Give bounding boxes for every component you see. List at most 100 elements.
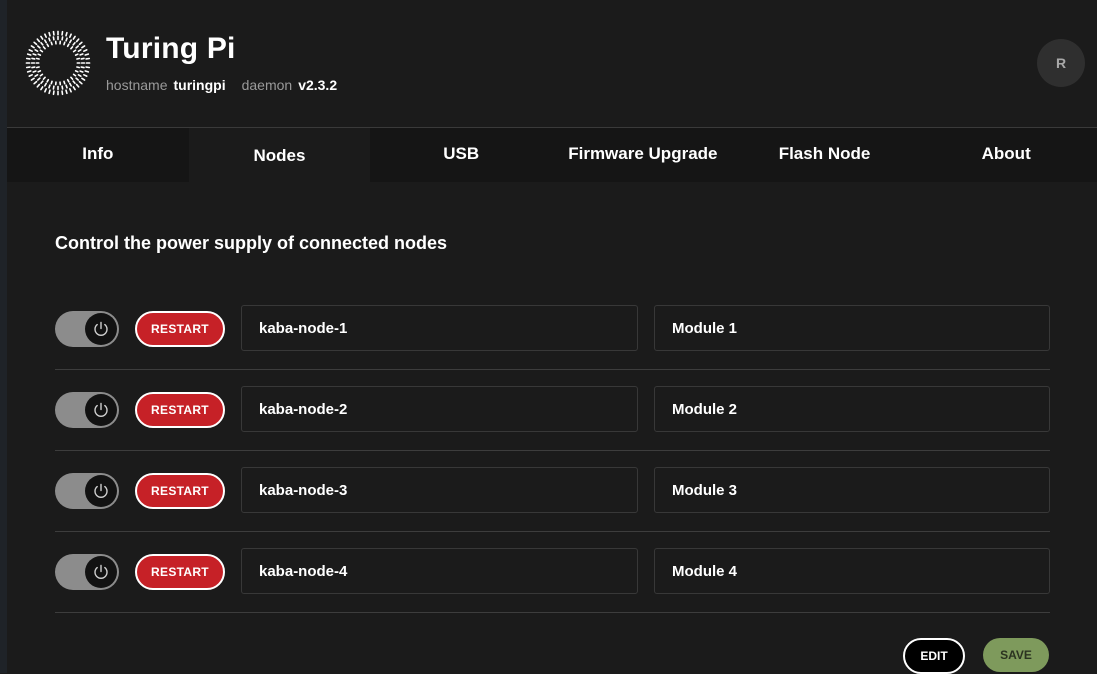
logo-dot [49, 85, 50, 88]
hostname-label: hostname [106, 77, 167, 93]
power-icon [92, 401, 110, 419]
tab-flash-node[interactable]: Flash Node [734, 128, 916, 182]
logo-dot [34, 42, 36, 44]
node-row: RESTART kaba-node-3 Module 3 [55, 450, 1050, 532]
logo-dot [78, 75, 80, 76]
logo-dot [37, 67, 39, 68]
logo-dot [66, 90, 67, 93]
logo-dot [45, 34, 46, 37]
restart-button[interactable]: RESTART [135, 473, 225, 509]
logo-dot [68, 44, 69, 46]
power-toggle[interactable] [55, 554, 119, 590]
power-icon [92, 320, 110, 338]
power-icon [92, 563, 110, 581]
logo-dot [70, 34, 71, 37]
logo-dot [66, 85, 67, 88]
logo-dot [45, 83, 46, 85]
logo-dot [77, 58, 79, 59]
logo-dot [38, 71, 40, 72]
power-toggle[interactable] [55, 473, 119, 509]
logo-dot [40, 74, 42, 75]
user-avatar[interactable]: R [1037, 39, 1085, 87]
logo-dot [70, 89, 71, 92]
edit-button[interactable]: EDIT [903, 638, 965, 674]
turing-pi-logo-icon [25, 30, 91, 96]
logo-dot [37, 84, 39, 86]
app-title: Turing Pi [106, 30, 236, 68]
logo-dot [29, 75, 32, 76]
power-toggle[interactable] [55, 392, 119, 428]
toggle-knob [85, 394, 117, 426]
tab-usb[interactable]: USB [370, 128, 552, 182]
logo-dot [34, 82, 36, 84]
hostname-value: turingpi [173, 77, 225, 93]
logo-dot [38, 46, 40, 48]
device-meta: hostnameturingpidaemonv2.3.2 [106, 76, 337, 94]
logo-dot [38, 78, 40, 80]
logo-dot [64, 81, 65, 83]
logo-dot [31, 78, 34, 80]
logo-dot [73, 43, 75, 45]
logo-dot [76, 54, 78, 55]
logo-dot [84, 75, 87, 76]
toggle-knob [85, 313, 117, 345]
logo-dot [73, 81, 75, 83]
toggle-knob [85, 556, 117, 588]
daemon-label: daemon [242, 77, 293, 93]
logo-dot [41, 43, 43, 45]
logo-dot [80, 71, 83, 72]
module-field[interactable]: Module 2 [654, 386, 1050, 432]
logo-dot [76, 71, 78, 72]
node-name-field[interactable]: kaba-node-3 [241, 467, 638, 513]
node-name-field[interactable]: kaba-node-4 [241, 548, 638, 594]
logo-dot [47, 80, 48, 82]
node-name-field[interactable]: kaba-node-1 [241, 305, 638, 351]
logo-dot [33, 54, 36, 55]
node-row: RESTART kaba-node-1 Module 1 [55, 288, 1050, 370]
tab-nodes[interactable]: Nodes [189, 128, 371, 182]
logo-dot [79, 42, 81, 44]
module-field[interactable]: Module 3 [654, 467, 1050, 513]
node-row: RESTART kaba-node-2 Module 2 [55, 369, 1050, 451]
logo-dot [73, 36, 75, 39]
module-field[interactable]: Module 1 [654, 305, 1050, 351]
logo-dot [29, 50, 32, 51]
logo-dot [45, 40, 46, 42]
power-toggle[interactable] [55, 311, 119, 347]
logo-dot [51, 81, 52, 83]
panel-heading: Control the power supply of connected no… [55, 233, 447, 254]
logo-dot [51, 42, 52, 44]
module-field[interactable]: Module 4 [654, 548, 1050, 594]
toggle-knob [85, 475, 117, 507]
logo-dot [43, 77, 45, 79]
restart-button[interactable]: RESTART [135, 392, 225, 428]
logo-dot [64, 42, 65, 44]
logo-dot [47, 44, 48, 46]
logo-dot [37, 58, 39, 59]
logo-dot [82, 46, 85, 48]
logo-dot [35, 50, 37, 51]
logo-dot [33, 71, 36, 72]
restart-button[interactable]: RESTART [135, 311, 225, 347]
logo-dot [41, 36, 43, 39]
tab-firmware-upgrade[interactable]: Firmware Upgrade [552, 128, 734, 182]
logo-dot [41, 87, 43, 90]
logo-dot [85, 54, 88, 55]
node-name-field[interactable]: kaba-node-2 [241, 386, 638, 432]
logo-dot [35, 75, 37, 76]
logo-dot [73, 87, 75, 90]
logo-dot [80, 54, 83, 55]
logo-dot [77, 84, 79, 86]
logo-dot [74, 74, 76, 75]
tab-info[interactable]: Info [7, 128, 189, 182]
logo-dot [79, 82, 81, 84]
logo-dot [77, 67, 79, 68]
logo-dot [49, 90, 50, 93]
logo-dot [31, 46, 34, 48]
logo-dot [71, 77, 73, 79]
save-button[interactable]: SAVE [983, 638, 1049, 672]
logo-dot [43, 47, 45, 49]
node-row: RESTART kaba-node-4 Module 4 [55, 531, 1050, 613]
restart-button[interactable]: RESTART [135, 554, 225, 590]
tab-about[interactable]: About [915, 128, 1097, 182]
